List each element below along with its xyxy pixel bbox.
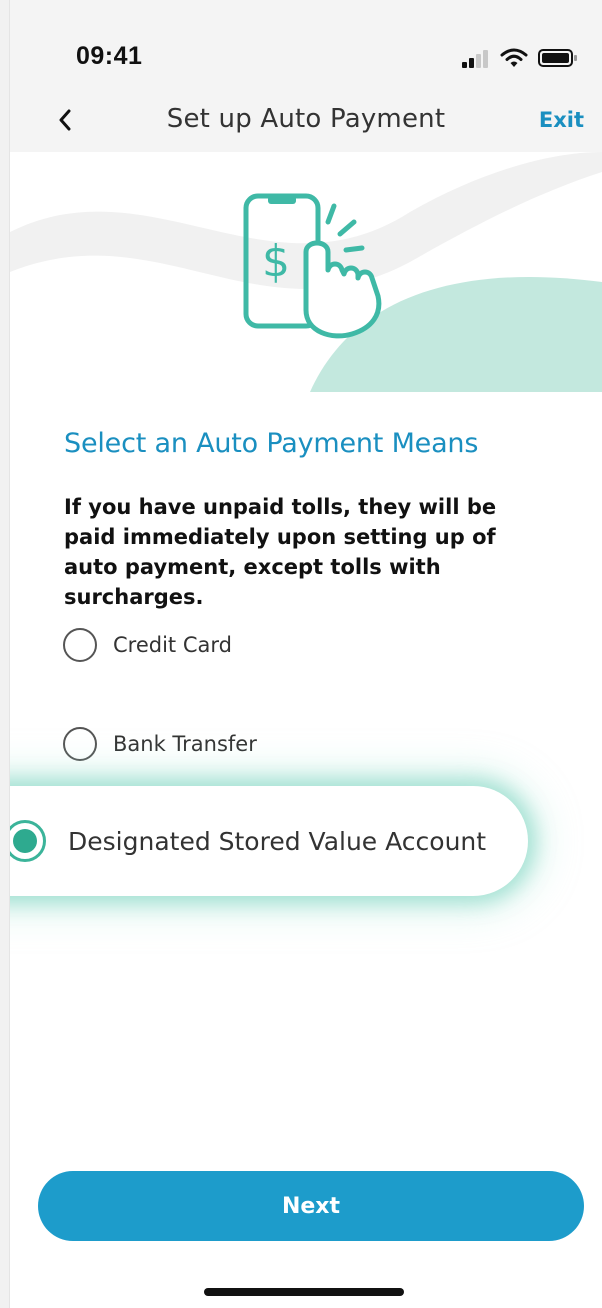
status-bar: 09:41: [10, 12, 602, 92]
section-description: If you have unpaid tolls, they will be p…: [64, 495, 497, 609]
radio-selected-dot: [13, 829, 37, 853]
option-credit-card[interactable]: Credit Card: [63, 628, 232, 662]
section-heading: Select an Auto Payment Means: [64, 428, 479, 459]
home-indicator: [204, 1288, 404, 1296]
phone-payment-tap-icon: $: [242, 192, 390, 342]
option-bank-transfer[interactable]: Bank Transfer: [63, 727, 257, 761]
navigation-bar: Set up Auto Payment Exit: [10, 92, 602, 152]
battery-icon: [538, 48, 578, 73]
top-edge: [0, 0, 602, 12]
page-title: Set up Auto Payment: [166, 104, 446, 134]
status-time: 09:41: [76, 42, 143, 70]
app-screen: 09:41 Set up Auto Payment Exit $ Select …: [0, 0, 602, 1308]
radio-bank-transfer[interactable]: [63, 727, 97, 761]
left-edge: [0, 0, 10, 1308]
exit-button[interactable]: Exit: [539, 108, 584, 132]
svg-text:$: $: [262, 236, 290, 287]
radio-credit-card[interactable]: [63, 628, 97, 662]
cellular-signal-icon: [462, 48, 490, 73]
next-button[interactable]: Next: [38, 1171, 584, 1241]
wifi-icon: [500, 48, 528, 73]
option-label: Bank Transfer: [113, 732, 257, 756]
option-designated-stored-value-account[interactable]: Designated Stored Value Account: [0, 786, 528, 896]
option-label: Designated Stored Value Account: [68, 826, 487, 856]
radio-designated-stored-value-account[interactable]: [4, 820, 46, 862]
option-label: Credit Card: [113, 633, 232, 657]
hero-illustration: $: [10, 152, 602, 392]
status-icons: [462, 48, 578, 72]
